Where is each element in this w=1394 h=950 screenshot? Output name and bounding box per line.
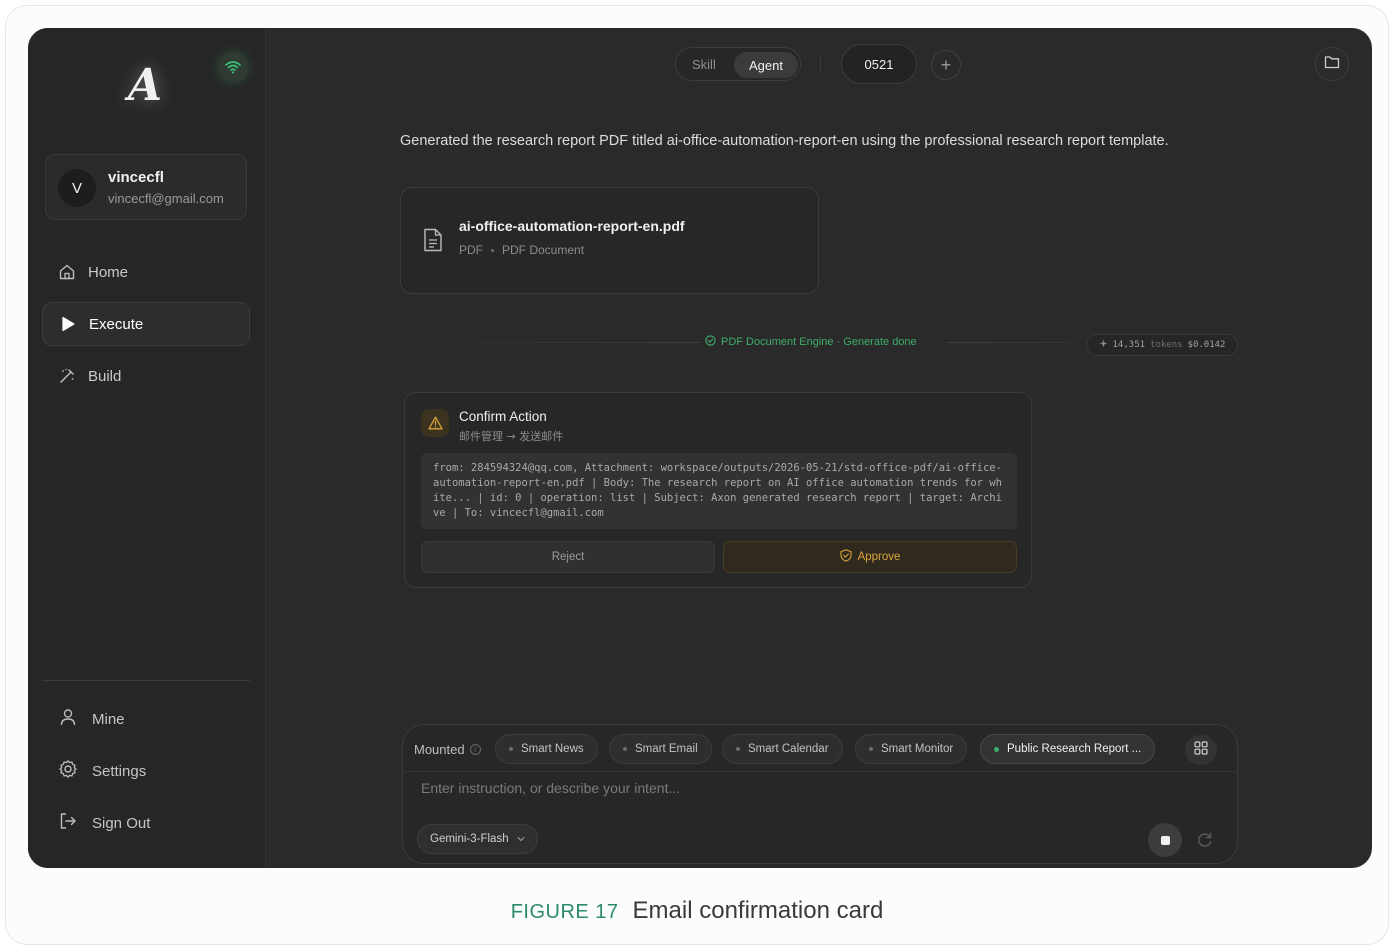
play-icon: [59, 315, 77, 333]
user-email: vincecfl@gmail.com: [108, 191, 224, 206]
sidebar: A V vincecfl vincecfl@gmail.com Home Exe…: [28, 28, 266, 868]
sidebar-item-home[interactable]: Home: [42, 250, 250, 294]
model-label: Gemini-3-Flash: [430, 833, 509, 845]
confirm-action-card: Confirm Action 邮件管理 → 发送邮件 from: 2845943…: [404, 392, 1032, 588]
add-session-button[interactable]: +: [931, 50, 961, 80]
sidebar-item-execute[interactable]: Execute: [42, 302, 250, 346]
topbar-divider: [820, 56, 821, 74]
sidebar-item-label: Sign Out: [92, 814, 151, 832]
sidebar-item-settings[interactable]: Settings: [58, 756, 146, 786]
gear-icon: [58, 759, 78, 783]
app-logo[interactable]: A: [116, 56, 174, 114]
sidebar-item-label: Build: [88, 367, 122, 385]
user-icon: [58, 707, 78, 731]
wifi-status-icon[interactable]: [218, 52, 248, 82]
figure-title: Email confirmation card: [632, 897, 884, 924]
file-type: PDF: [459, 243, 483, 257]
chip-label: Smart Calendar: [748, 743, 829, 755]
assistant-message: Generated the research report PDF titled…: [400, 133, 1169, 149]
chip-dot: [736, 747, 740, 751]
confirm-details: from: 284594324@qq.com, Attachment: work…: [421, 453, 1017, 529]
skill-chip-smart-email[interactable]: Smart Email: [609, 734, 712, 764]
refresh-icon[interactable]: [1194, 829, 1216, 851]
skill-chip-public-research-report[interactable]: Public Research Report ...: [980, 734, 1156, 764]
tab-agent[interactable]: Agent: [734, 52, 798, 78]
shield-check-icon: [840, 549, 852, 565]
skill-chip-smart-calendar[interactable]: Smart Calendar: [722, 734, 843, 764]
token-count: 14,351: [1112, 340, 1146, 350]
mounted-label: Mounted i: [414, 742, 481, 757]
chip-label: Smart Monitor: [881, 743, 954, 755]
reject-button[interactable]: Reject: [421, 541, 715, 573]
check-circle-icon: [705, 335, 716, 349]
mode-toggle: Skill Agent: [675, 47, 801, 81]
chip-dot: [509, 747, 513, 751]
composer-divider: [403, 771, 1237, 772]
sidebar-item-label: Execute: [89, 315, 144, 333]
token-unit: tokens: [1150, 340, 1183, 350]
warning-icon: [421, 409, 449, 437]
info-icon[interactable]: i: [469, 744, 481, 755]
chip-dot: [869, 747, 873, 751]
file-kind: PDF Document: [502, 243, 585, 257]
chip-dot: [994, 746, 999, 752]
confirm-title: Confirm Action: [459, 409, 547, 424]
sparkle-icon: [1099, 339, 1108, 351]
composer: Mounted i Smart News Smart Email Smart C…: [402, 724, 1238, 864]
magic-wand-icon: [58, 367, 76, 385]
engine-status-text: PDF Document Engine · Generate done: [721, 336, 917, 348]
stop-icon: [1160, 835, 1170, 845]
chip-label: Smart News: [521, 743, 584, 755]
sidebar-item-sign-out[interactable]: Sign Out: [58, 808, 150, 838]
sidebar-item-label: Home: [88, 263, 129, 281]
file-meta: PDF PDF Document: [459, 243, 584, 257]
user-card[interactable]: V vincecfl vincecfl@gmail.com: [45, 154, 247, 220]
model-select[interactable]: Gemini-3-Flash: [417, 824, 538, 854]
chip-label: Public Research Report ...: [1007, 743, 1142, 755]
approve-button[interactable]: Approve: [723, 541, 1017, 573]
confirm-subtitle: 邮件管理 → 发送邮件: [459, 430, 564, 443]
separator-dot: [491, 248, 494, 252]
grid-icon: [1194, 740, 1208, 760]
skill-chip-smart-news[interactable]: Smart News: [495, 734, 598, 764]
tab-skill[interactable]: Skill: [692, 57, 716, 72]
document-icon: [423, 228, 443, 257]
user-name: vincecfl: [108, 169, 164, 186]
token-cost: $0.0142: [1187, 340, 1226, 350]
engine-status: PDF Document Engine · Generate done: [705, 335, 917, 349]
home-icon: [58, 263, 76, 281]
figure-caption: FIGURE 17 Email confirmation card: [0, 897, 1394, 925]
approve-label: Approve: [857, 551, 901, 563]
chip-label: Smart Email: [635, 743, 698, 755]
sign-out-icon: [58, 811, 78, 835]
file-attachment-card[interactable]: ai-office-automation-report-en.pdf PDF P…: [400, 187, 819, 294]
app-window: A V vincecfl vincecfl@gmail.com Home Exe…: [28, 28, 1372, 868]
folder-icon: [1324, 55, 1340, 74]
mounted-text: Mounted: [414, 742, 465, 757]
sidebar-divider: [42, 680, 250, 681]
chip-dot: [623, 747, 627, 751]
sidebar-item-mine[interactable]: Mine: [58, 704, 125, 734]
divider-line: [400, 342, 700, 343]
skill-chip-smart-monitor[interactable]: Smart Monitor: [855, 734, 968, 764]
prompt-input[interactable]: [421, 775, 1201, 801]
sidebar-item-label: Settings: [92, 762, 147, 780]
file-name: ai-office-automation-report-en.pdf: [459, 218, 685, 234]
sidebar-item-label: Mine: [92, 710, 125, 728]
divider-line: [946, 342, 1070, 343]
folder-button[interactable]: [1315, 47, 1349, 81]
sidebar-item-build[interactable]: Build: [42, 354, 250, 398]
chevron-down-icon: [517, 833, 525, 845]
stop-button[interactable]: [1148, 823, 1182, 857]
figure-number: FIGURE 17: [510, 901, 619, 923]
avatar: V: [58, 169, 96, 207]
session-tab[interactable]: 0521: [841, 44, 917, 84]
skills-grid-button[interactable]: [1185, 735, 1217, 765]
token-usage-badge: 14,351 tokens $0.0142: [1086, 334, 1238, 356]
